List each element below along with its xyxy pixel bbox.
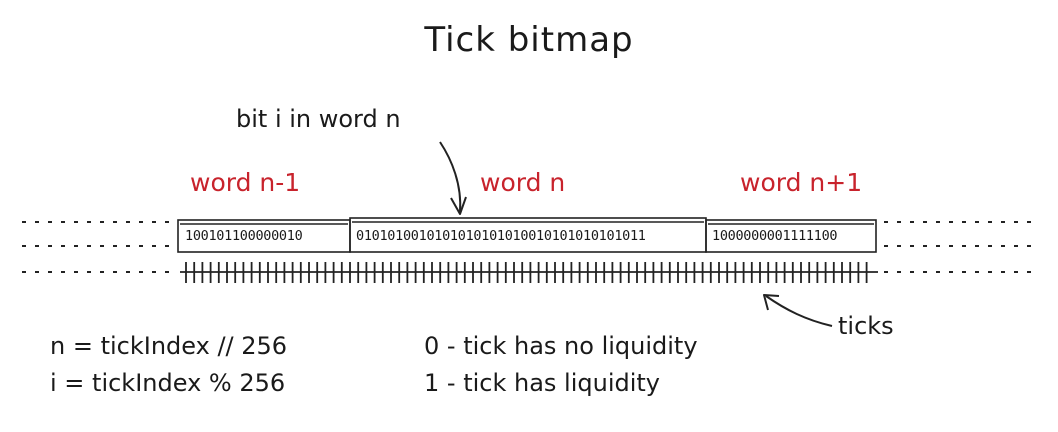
callout-arrow: [439, 141, 462, 213]
diagram-canvas: [22, 141, 1040, 327]
formula-bit-index: i = tickIndex % 256: [50, 369, 286, 397]
bit-callout-label: bit i in word n: [236, 105, 401, 133]
diagram-title: Tick bitmap: [424, 20, 634, 60]
word-bits-n-plus-1: 1000000001111100: [712, 228, 838, 244]
word-bits-n: 0101010010101010101010010101010101011: [356, 228, 646, 244]
word-label-n: word n: [480, 168, 566, 197]
callout-arrowhead: [450, 196, 467, 215]
legend-has-liquidity: 1 - tick has liquidity: [424, 369, 661, 397]
ticks-arrow: [765, 295, 833, 327]
word-label-n-plus-1: word n+1: [740, 168, 863, 197]
formula-word-index: n = tickIndex // 256: [50, 332, 288, 360]
word-label-n-minus-1: word n-1: [190, 168, 301, 197]
ticks-label: ticks: [838, 312, 894, 340]
tick-ruler: [180, 262, 878, 283]
word-bits-n-minus-1: 100101100000010: [185, 228, 303, 244]
legend-no-liquidity: 0 - tick has no liquidity: [424, 332, 698, 360]
